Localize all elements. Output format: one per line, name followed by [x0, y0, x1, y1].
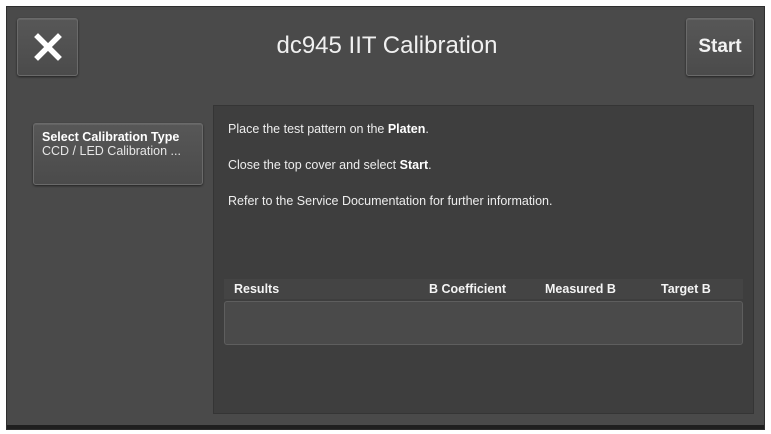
instruction-text: Close the top cover and select	[228, 158, 400, 172]
calibration-type-label: Select Calibration Type	[42, 130, 180, 144]
page-title: dc945 IIT Calibration	[276, 32, 498, 59]
instruction-line-1: Place the test pattern on the Platen.	[228, 122, 429, 136]
start-button[interactable]: Start	[686, 18, 754, 76]
bottom-bar	[7, 425, 764, 429]
column-header-b-coefficient: B Coefficient	[429, 282, 507, 296]
calibration-type-value: CCD / LED Calibration ...	[42, 144, 181, 158]
results-table-body	[224, 301, 743, 345]
instruction-emphasis: Start	[399, 158, 429, 172]
column-header-target-b: Target B	[661, 282, 711, 296]
instruction-text: .	[425, 122, 429, 136]
instruction-text: .	[428, 158, 432, 172]
instruction-line-3: Refer to the Service Documentation for f…	[228, 194, 553, 208]
column-header-measured-b: Measured B	[545, 282, 616, 296]
instruction-emphasis: Platen	[387, 122, 426, 136]
instruction-line-2: Close the top cover and select Start.	[228, 158, 432, 172]
results-table-header: Results B Coefficient Measured B Target …	[224, 279, 743, 299]
instructions-panel: Place the test pattern on the Platen. Cl…	[213, 105, 754, 414]
column-header-results: Results	[234, 282, 280, 296]
calibration-screen: dc945 IIT Calibration Start Select Calib…	[6, 6, 765, 430]
close-x-icon	[33, 33, 62, 61]
instruction-text: Place the test pattern on the	[228, 122, 388, 136]
close-button[interactable]	[17, 18, 78, 76]
select-calibration-type-button[interactable]: Select Calibration Type CCD / LED Calibr…	[33, 123, 203, 185]
